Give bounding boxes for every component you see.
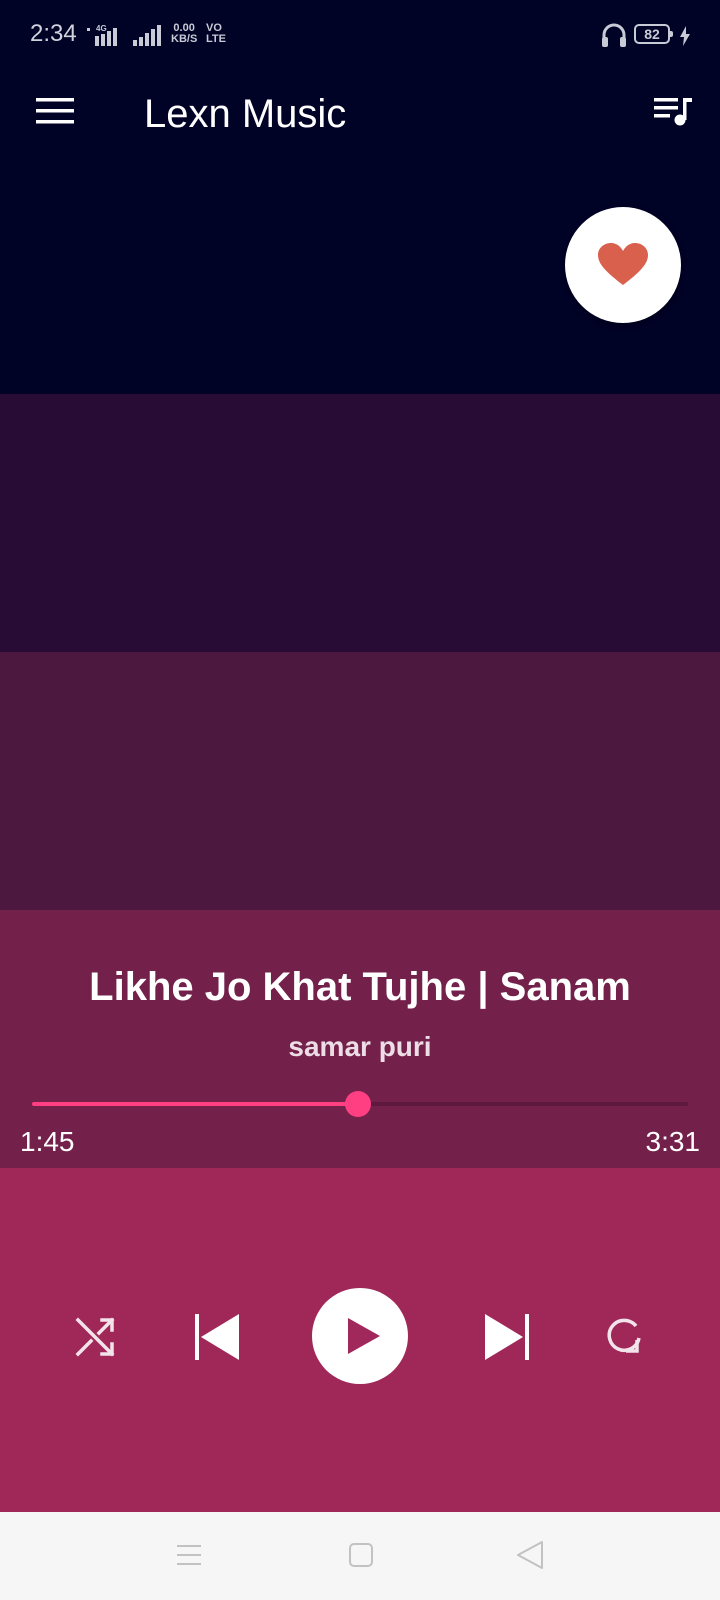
skip-previous-icon[interactable] — [193, 1312, 243, 1362]
signal-strength-icon: 4G — [87, 24, 117, 46]
total-time: 3:31 — [645, 1126, 701, 1157]
shuffle-icon[interactable] — [74, 1314, 118, 1358]
system-nav-bar — [0, 1512, 720, 1600]
song-title: Likhe Jo Khat Tujhe | Sanam — [89, 965, 631, 1009]
app-title: Lexn Music — [144, 92, 347, 136]
data-speed-unit: KB/S — [171, 33, 198, 45]
play-button[interactable] — [312, 1288, 408, 1384]
battery-indicator: 82 — [634, 24, 673, 44]
heart-icon — [598, 243, 648, 285]
repeat-icon[interactable] — [602, 1314, 646, 1358]
charging-bolt-icon — [680, 26, 690, 46]
volte-bottom-label: LTE — [206, 33, 226, 45]
skip-next-icon[interactable] — [481, 1312, 531, 1362]
seek-bar[interactable] — [32, 1091, 688, 1117]
data-speed: 0.00 KB/S — [171, 23, 197, 45]
artwork-band-3 — [0, 652, 720, 910]
app-bar: Lexn Music — [0, 74, 720, 154]
playlist-music-icon[interactable] — [652, 94, 694, 128]
artist-name: samar puri — [288, 1031, 432, 1062]
artwork-band-2 — [0, 394, 720, 652]
volte-indicator: VO LTE — [206, 23, 226, 45]
hamburger-menu-icon[interactable] — [36, 96, 76, 126]
headphones-icon — [602, 23, 626, 47]
status-time: 2:34 — [30, 20, 77, 47]
favorite-button[interactable] — [565, 207, 681, 323]
elapsed-time: 1:45 — [20, 1126, 75, 1157]
play-icon — [348, 1318, 380, 1354]
status-bar: 2:34 4G 0.00 KB/S VO LTE 82 — [0, 0, 720, 74]
network-type-label: 4G — [96, 24, 107, 33]
seek-bar-progress — [32, 1102, 359, 1106]
home-square-icon[interactable] — [348, 1542, 374, 1568]
signal-strength-icon-2 — [133, 25, 161, 46]
recents-menu-icon[interactable] — [176, 1542, 202, 1568]
back-triangle-icon[interactable] — [516, 1540, 544, 1570]
